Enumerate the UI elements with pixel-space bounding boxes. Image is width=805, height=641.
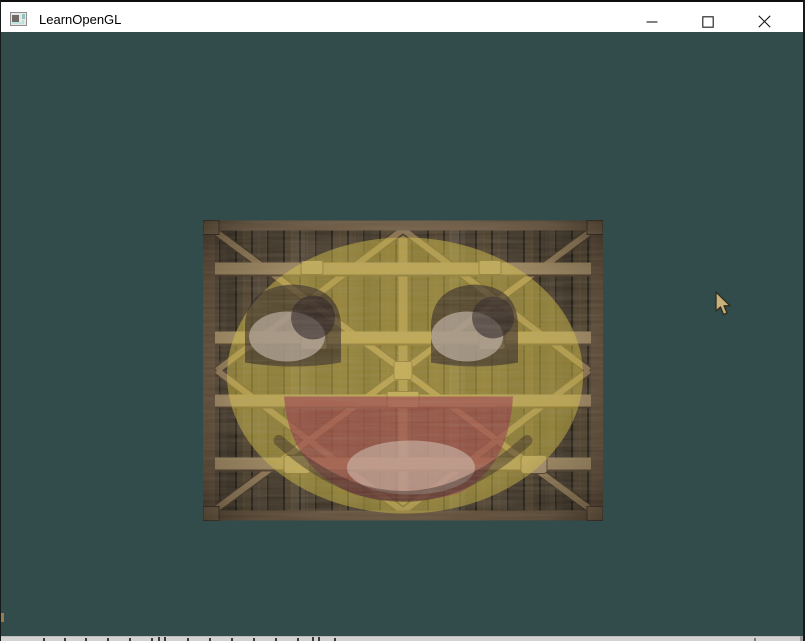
maximize-icon: [702, 15, 714, 28]
window-title: LearnOpenGL: [39, 11, 122, 27]
titlebar-left: LearnOpenGL: [1, 8, 121, 26]
background-window-speck: [1, 613, 4, 622]
close-button[interactable]: [736, 9, 792, 35]
minimize-button[interactable]: [624, 9, 680, 35]
close-icon: [757, 15, 771, 28]
window-top-border: [1, 0, 803, 2]
titlebar[interactable]: LearnOpenGL: [1, 2, 803, 32]
minimize-icon: [646, 20, 658, 23]
app-window-icon: [10, 12, 27, 26]
gl-viewport: [1, 32, 803, 636]
container-awesomeface-render: [203, 220, 603, 521]
maximize-button[interactable]: [680, 9, 736, 35]
window-controls: [624, 4, 792, 34]
mouse-cursor-icon: [714, 291, 732, 322]
learnopengl-window: LearnOpenGL: [0, 0, 805, 641]
background-window-edge: [1, 636, 803, 641]
textured-quad: [203, 220, 603, 521]
